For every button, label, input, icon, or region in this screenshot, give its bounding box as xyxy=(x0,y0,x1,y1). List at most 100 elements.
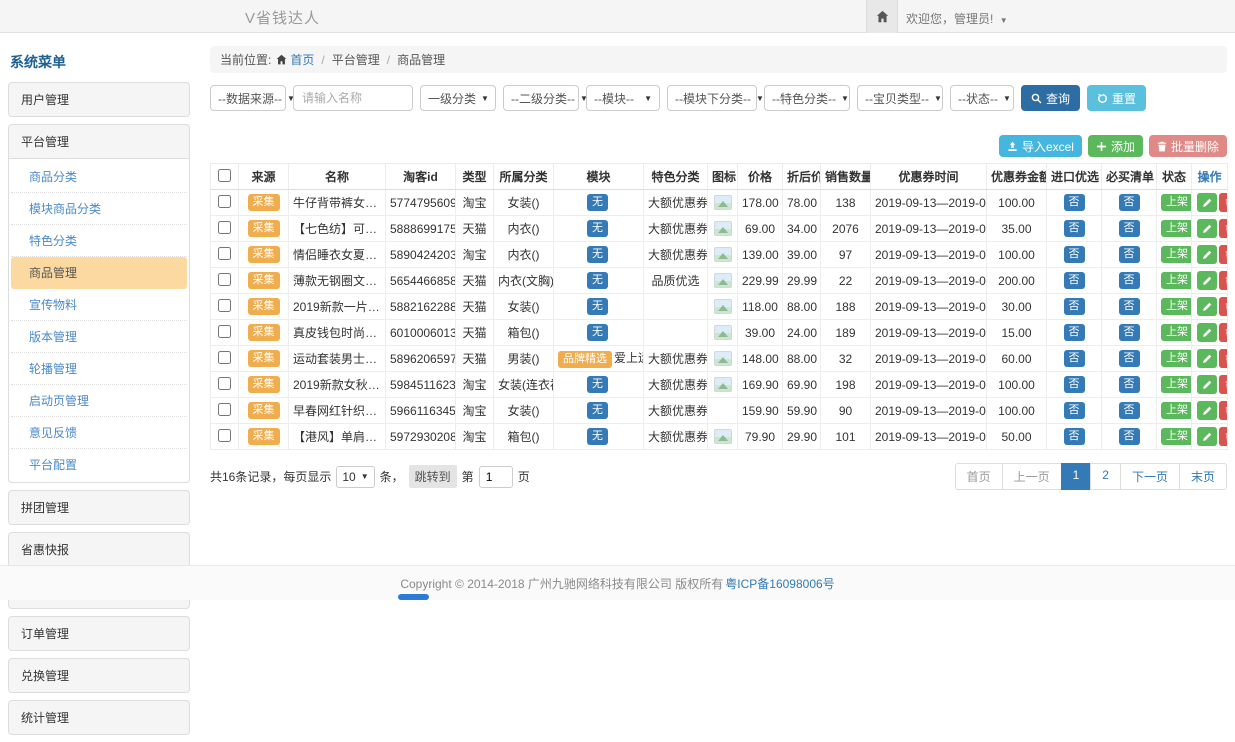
delete-button[interactable] xyxy=(1219,349,1228,368)
imported-badge[interactable]: 否 xyxy=(1064,350,1085,367)
must-buy-badge[interactable]: 否 xyxy=(1119,272,1140,289)
pager-item[interactable]: 2 xyxy=(1090,463,1121,490)
row-checkbox[interactable] xyxy=(218,299,231,312)
delete-button[interactable] xyxy=(1219,193,1228,212)
level2-category-select[interactable]: --二级分类--▼ xyxy=(503,85,579,111)
imported-badge[interactable]: 否 xyxy=(1064,402,1085,419)
delete-button[interactable] xyxy=(1219,375,1228,394)
module-subcategory-select[interactable]: --模块下分类--▼ xyxy=(667,85,757,111)
page-number-input[interactable] xyxy=(479,466,513,488)
user-menu[interactable]: 欢迎您，管理员! ▼ xyxy=(906,10,1008,27)
status-badge[interactable]: 上架 xyxy=(1161,428,1192,445)
must-buy-badge[interactable]: 否 xyxy=(1119,324,1140,341)
must-buy-badge[interactable]: 否 xyxy=(1119,194,1140,211)
status-badge[interactable]: 上架 xyxy=(1161,194,1192,211)
sidebar-subitem[interactable]: 特色分类 xyxy=(11,225,187,257)
imported-badge[interactable]: 否 xyxy=(1064,324,1085,341)
row-checkbox[interactable] xyxy=(218,429,231,442)
row-checkbox[interactable] xyxy=(218,377,231,390)
breadcrumb-home-link[interactable]: 首页 xyxy=(290,51,314,68)
imported-badge[interactable]: 否 xyxy=(1064,194,1085,211)
row-checkbox[interactable] xyxy=(218,221,231,234)
row-checkbox[interactable] xyxy=(218,247,231,260)
item-type-select[interactable]: --宝贝类型--▼ xyxy=(857,85,943,111)
edit-button[interactable] xyxy=(1197,245,1217,264)
sidebar-group-item[interactable]: 统计管理 xyxy=(8,700,190,735)
edit-button[interactable] xyxy=(1197,193,1217,212)
status-select[interactable]: --状态--▼ xyxy=(950,85,1014,111)
status-badge[interactable]: 上架 xyxy=(1161,376,1192,393)
delete-button[interactable] xyxy=(1219,323,1228,342)
status-badge[interactable]: 上架 xyxy=(1161,324,1192,341)
sidebar-subitem[interactable]: 版本管理 xyxy=(11,321,187,353)
imported-badge[interactable]: 否 xyxy=(1064,220,1085,237)
must-buy-badge[interactable]: 否 xyxy=(1119,402,1140,419)
pager-item[interactable]: 1 xyxy=(1061,463,1092,490)
select-all-checkbox[interactable] xyxy=(218,169,231,182)
data-source-select[interactable]: --数据来源--▼ xyxy=(210,85,286,111)
per-page-select[interactable]: 10 ▼ xyxy=(336,466,374,488)
edit-button[interactable] xyxy=(1197,219,1217,238)
sidebar-group-item[interactable]: 订单管理 xyxy=(8,616,190,651)
row-checkbox[interactable] xyxy=(218,325,231,338)
delete-button[interactable] xyxy=(1219,297,1228,316)
delete-button[interactable] xyxy=(1219,245,1228,264)
row-checkbox[interactable] xyxy=(218,273,231,286)
icp-link[interactable]: 粤ICP备16098006号 xyxy=(725,575,834,592)
delete-button[interactable] xyxy=(1219,427,1228,446)
must-buy-badge[interactable]: 否 xyxy=(1119,376,1140,393)
delete-button[interactable] xyxy=(1219,401,1228,420)
sidebar-subitem[interactable]: 商品分类 xyxy=(11,161,187,193)
sidebar-subitem[interactable]: 模块商品分类 xyxy=(11,193,187,225)
edit-button[interactable] xyxy=(1197,297,1217,316)
must-buy-badge[interactable]: 否 xyxy=(1119,220,1140,237)
pager-item[interactable]: 末页 xyxy=(1179,463,1227,490)
import-excel-button[interactable]: 导入excel xyxy=(999,135,1082,157)
must-buy-badge[interactable]: 否 xyxy=(1119,350,1140,367)
edit-button[interactable] xyxy=(1197,401,1217,420)
pager-item[interactable]: 上一页 xyxy=(1002,463,1062,490)
delete-button[interactable] xyxy=(1219,219,1228,238)
row-checkbox[interactable] xyxy=(218,403,231,416)
sidebar-subitem[interactable]: 意见反馈 xyxy=(11,417,187,449)
status-badge[interactable]: 上架 xyxy=(1161,272,1192,289)
query-button[interactable]: 查询 xyxy=(1021,85,1080,111)
sidebar-subitem[interactable]: 宣传物料 xyxy=(11,289,187,321)
pager-item[interactable]: 首页 xyxy=(955,463,1003,490)
sidebar-group-item[interactable]: 省惠快报 xyxy=(8,532,190,567)
sidebar-group-item[interactable]: 拼团管理 xyxy=(8,490,190,525)
edit-button[interactable] xyxy=(1197,349,1217,368)
status-badge[interactable]: 上架 xyxy=(1161,246,1192,263)
sidebar-subitem[interactable]: 平台配置 xyxy=(11,449,187,480)
imported-badge[interactable]: 否 xyxy=(1064,428,1085,445)
delete-button[interactable] xyxy=(1219,271,1228,290)
special-category-select[interactable]: --特色分类--▼ xyxy=(764,85,850,111)
edit-button[interactable] xyxy=(1197,323,1217,342)
imported-badge[interactable]: 否 xyxy=(1064,298,1085,315)
jump-button[interactable]: 跳转到 xyxy=(409,465,457,488)
sidebar-subitem[interactable]: 商品管理 xyxy=(11,257,187,289)
sidebar-group-item[interactable]: 平台管理 xyxy=(8,124,190,159)
level1-category-select[interactable]: 一级分类▼ xyxy=(420,85,496,111)
edit-button[interactable] xyxy=(1197,427,1217,446)
horizontal-scrollbar-thumb[interactable] xyxy=(398,594,429,600)
status-badge[interactable]: 上架 xyxy=(1161,402,1192,419)
sidebar-group-item[interactable]: 兑换管理 xyxy=(8,658,190,693)
sidebar-subitem[interactable]: 轮播管理 xyxy=(11,353,187,385)
sidebar-group-item[interactable]: 用户管理 xyxy=(8,82,190,117)
imported-badge[interactable]: 否 xyxy=(1064,376,1085,393)
status-badge[interactable]: 上架 xyxy=(1161,350,1192,367)
name-search-input[interactable] xyxy=(293,85,413,111)
status-badge[interactable]: 上架 xyxy=(1161,220,1192,237)
edit-button[interactable] xyxy=(1197,375,1217,394)
status-badge[interactable]: 上架 xyxy=(1161,298,1192,315)
must-buy-badge[interactable]: 否 xyxy=(1119,428,1140,445)
row-checkbox[interactable] xyxy=(218,351,231,364)
add-button[interactable]: 添加 xyxy=(1088,135,1143,157)
edit-button[interactable] xyxy=(1197,271,1217,290)
batch-delete-button[interactable]: 批量删除 xyxy=(1149,135,1227,157)
home-button[interactable] xyxy=(866,0,898,33)
pager-item[interactable]: 下一页 xyxy=(1120,463,1180,490)
sidebar-subitem[interactable]: 启动页管理 xyxy=(11,385,187,417)
module-select[interactable]: --模块--▼ xyxy=(586,85,660,111)
